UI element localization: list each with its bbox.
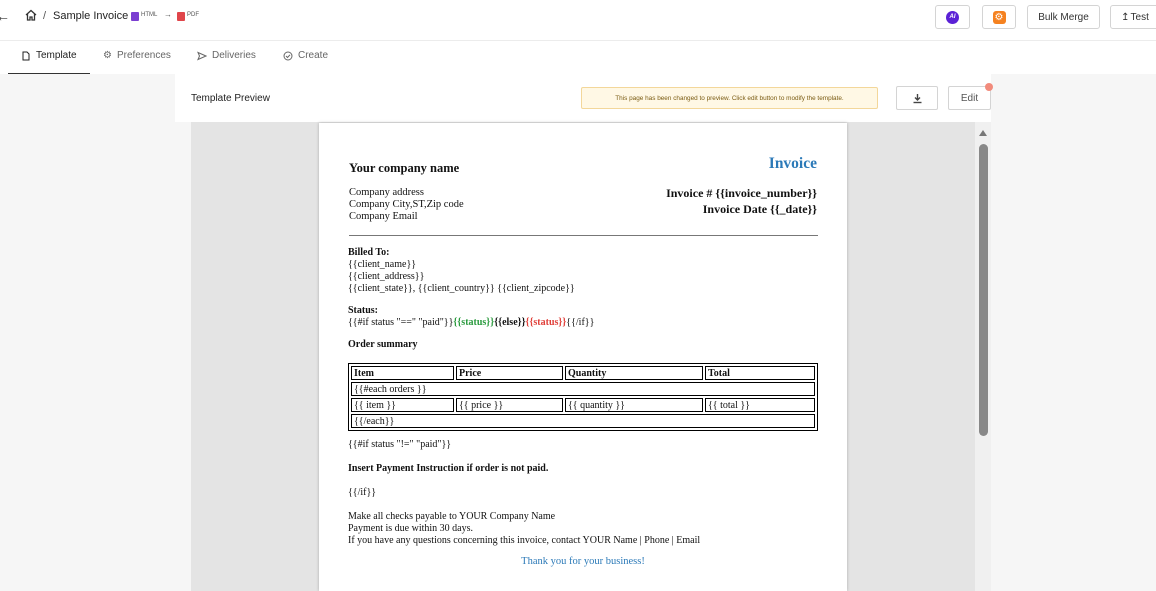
table-cell: {{ item }} (351, 398, 454, 412)
pdf-file-icon (177, 12, 185, 21)
invoice-heading: Invoice (768, 155, 817, 172)
home-icon[interactable] (24, 8, 38, 22)
page-title: Sample Invoice (53, 10, 129, 22)
company-address: Company address (349, 187, 424, 198)
tab-deliveries-label: Deliveries (212, 50, 256, 61)
format-arrow: → (164, 10, 172, 19)
test-button-label: Test (1130, 11, 1149, 23)
settings-button[interactable]: ⚙ (982, 5, 1016, 29)
invoice-number: Invoice # {{invoice_number}} (666, 186, 817, 200)
tab-template[interactable]: Template (21, 50, 77, 61)
main-area: Template Preview This page has been chan… (0, 74, 1156, 591)
status-if: {{#if status "==" "paid"}} (348, 317, 454, 328)
file-icon (22, 51, 30, 60)
thank-you-note: Thank you for your business! (521, 556, 645, 567)
table-cell: {{/each}} (351, 414, 815, 428)
table-cell: {{ price }} (456, 398, 563, 412)
bulk-merge-button[interactable]: Bulk Merge (1027, 5, 1100, 29)
payment-instruction: Insert Payment Instruction if order is n… (348, 463, 549, 474)
order-summary-label: Order summary (348, 339, 418, 350)
table-cell: {{ quantity }} (565, 398, 703, 412)
table-header-cell: Item (351, 366, 454, 380)
footer-line-1: Make all checks payable to YOUR Company … (348, 511, 556, 522)
client-address: {{client_address}} (348, 271, 425, 282)
tab-create[interactable]: Create (283, 50, 328, 61)
ai-button[interactable]: AI (935, 5, 970, 29)
table-row: {{ item }} {{ price }} {{ quantity }} {{… (351, 398, 815, 412)
table-header-cell: Price (456, 366, 563, 380)
unpaid-if: {{#if status "!=" "paid"}} (348, 439, 452, 450)
edit-notification-dot (985, 83, 993, 91)
send-icon (197, 51, 207, 60)
download-button[interactable] (896, 86, 938, 110)
invoice-date: Invoice Date {{_date}} (702, 202, 817, 216)
preview-title: Template Preview (191, 93, 270, 104)
check-circle-icon (283, 51, 293, 60)
tab-deliveries[interactable]: Deliveries (197, 50, 256, 61)
status-line: {{#if status "==" "paid"}}{{status}}{{el… (348, 317, 594, 328)
html-file-icon (131, 12, 139, 21)
test-button[interactable]: ↥ Test (1110, 5, 1156, 29)
gear-icon: ⚙ (992, 10, 1006, 24)
breadcrumb-separator: / (43, 10, 47, 22)
footer-line-3: If you have any questions concerning thi… (348, 535, 701, 546)
status-label: Status: (348, 305, 379, 316)
arrow-left-icon[interactable]: ← (0, 8, 10, 24)
status-unpaid: {{status}} (525, 317, 567, 328)
ai-icon: AI (946, 10, 959, 24)
format-to-label: PDF (187, 12, 199, 18)
table-row: {{#each orders }} (351, 382, 815, 396)
tab-preferences-label: Preferences (116, 50, 171, 61)
scrollbar[interactable] (975, 122, 991, 591)
status-paid: {{status}} (453, 317, 495, 328)
client-location: {{client_state}}, {{client_country}} {{c… (348, 283, 575, 294)
order-table: Item Price Quantity Total {{#each orders… (348, 363, 818, 431)
top-bar: ← / Sample Invoice HTML → PDF AI ⚙ Bulk … (0, 0, 1156, 41)
table-cell: {{#each orders }} (351, 382, 815, 396)
upload-icon: ↥ (1121, 11, 1130, 23)
status-else: {{else}} (494, 317, 526, 328)
tab-preferences[interactable]: ⚙ Preferences (103, 50, 171, 61)
table-header-cell: Quantity (565, 366, 703, 380)
edit-button[interactable]: Edit (948, 86, 991, 110)
preview-notice: This page has been changed to preview. C… (581, 87, 878, 109)
billed-to-label: Billed To: (348, 247, 390, 258)
table-header-cell: Total (705, 366, 815, 380)
tab-template-label: Template (36, 50, 77, 61)
footer-line-2: Payment is due within 30 days. (348, 523, 473, 534)
status-endif: {{/if}} (566, 317, 595, 328)
company-email: Company Email (349, 211, 418, 222)
format-from-label: HTML (141, 12, 158, 18)
table-cell: {{ total }} (705, 398, 815, 412)
tab-create-label: Create (298, 50, 329, 61)
preview-canvas[interactable]: Your company name Invoice Company addres… (191, 122, 991, 591)
gear-icon: ⚙ (103, 50, 112, 61)
company-city: Company City,ST,Zip code (349, 199, 464, 210)
tab-bar: Template ⚙ Preferences Deliveries Create (0, 41, 1156, 75)
invoice-document: Your company name Invoice Company addres… (319, 123, 847, 591)
preview-header: Template Preview This page has been chan… (175, 74, 993, 122)
download-icon (913, 93, 921, 103)
table-row: {{/each}} (351, 414, 815, 428)
scrollbar-thumb[interactable] (979, 144, 988, 436)
client-name: {{client_name}} (348, 259, 417, 270)
unpaid-endif: {{/if}} (348, 487, 377, 498)
scroll-up-icon[interactable] (979, 130, 987, 136)
table-header-row: Item Price Quantity Total (351, 366, 815, 380)
company-name: Your company name (349, 161, 460, 175)
header-divider (349, 235, 818, 236)
